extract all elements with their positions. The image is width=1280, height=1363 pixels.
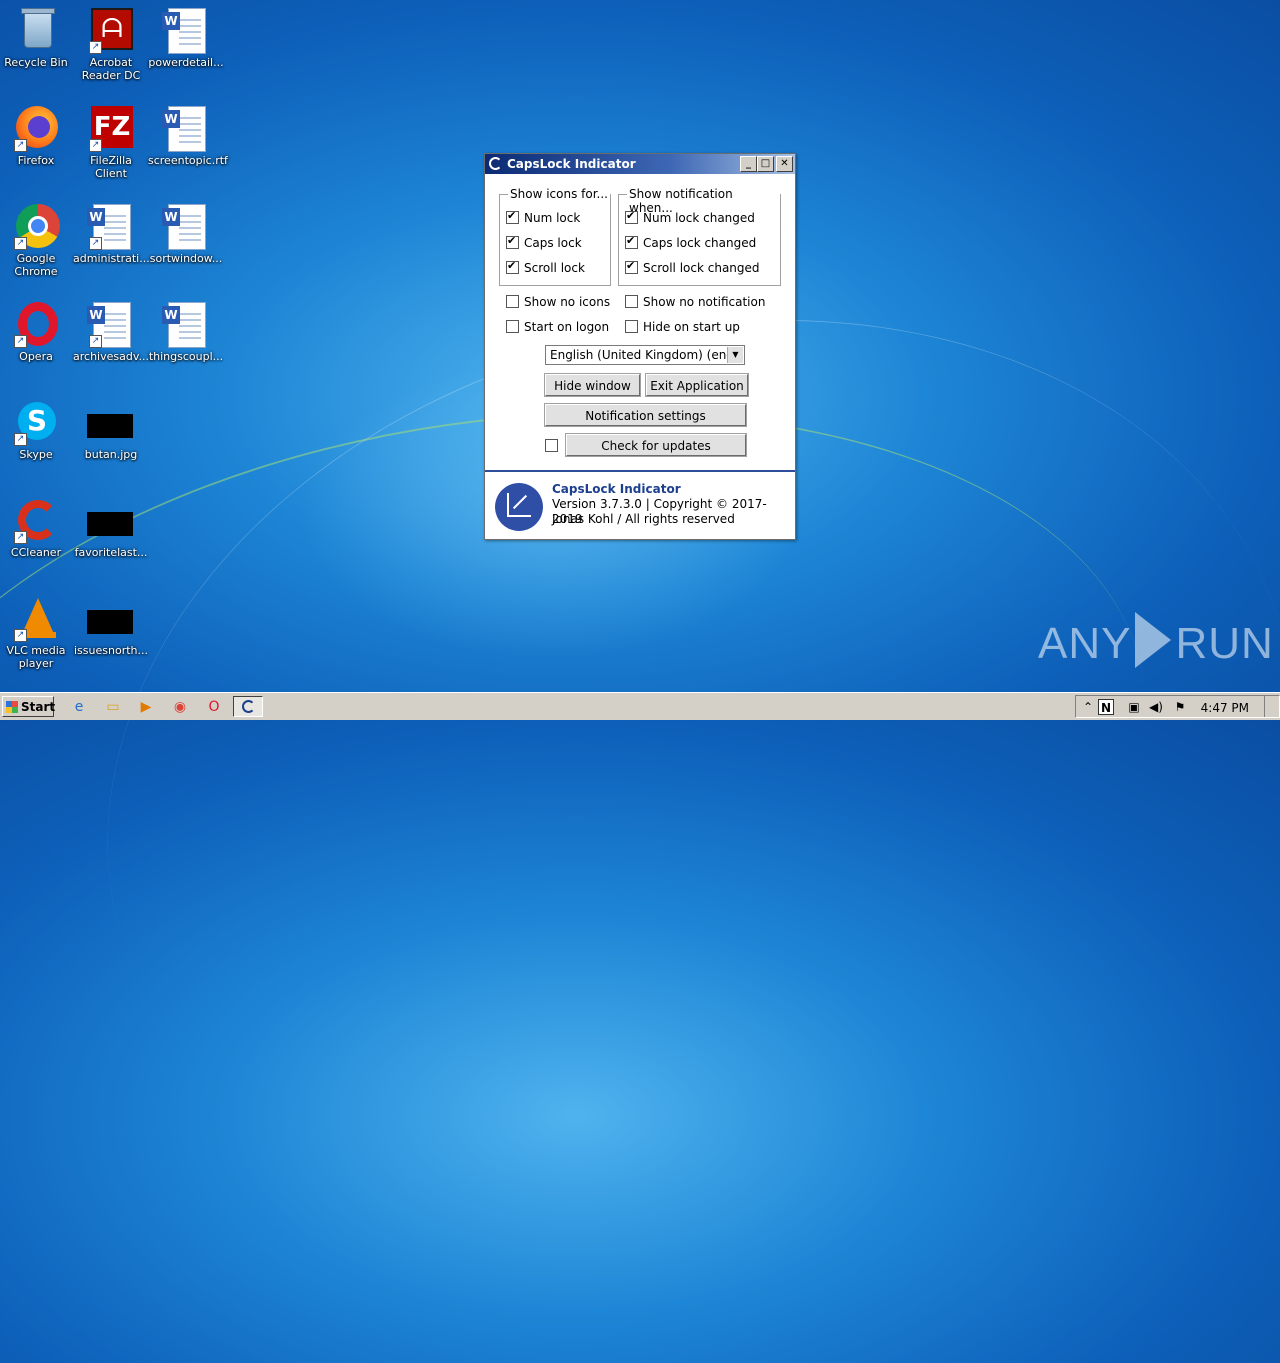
- checkbox-box[interactable]: [506, 295, 519, 308]
- hide-on-startup-checkbox[interactable]: Hide on start up: [625, 320, 740, 334]
- file-explorer-icon[interactable]: ▭: [104, 698, 122, 716]
- chrome-taskbar-icon[interactable]: ◉: [171, 698, 189, 716]
- footer-separator: [485, 470, 795, 472]
- word-document-icon: W: [162, 300, 210, 348]
- checkbox-box[interactable]: [625, 209, 638, 224]
- show-no-notification-checkbox[interactable]: Show no notification: [625, 295, 765, 309]
- checkbox-box[interactable]: [506, 234, 519, 249]
- volume-icon[interactable]: ◀): [1148, 699, 1164, 715]
- anyrun-watermark: ANY RUN: [1038, 612, 1274, 669]
- minimize-button[interactable]: _: [740, 156, 757, 172]
- num-lock-icon-checkbox[interactable]: Num lock: [506, 209, 580, 225]
- capslock-logo-icon: [495, 483, 543, 531]
- maximize-button[interactable]: □: [757, 156, 774, 172]
- checkbox-box[interactable]: [506, 209, 519, 224]
- num-lock-notify-checkbox[interactable]: Num lock changed: [625, 209, 755, 225]
- skype-icon: S ↗: [12, 398, 60, 446]
- play-icon: [1135, 612, 1172, 668]
- checkbox-box[interactable]: [506, 259, 519, 274]
- checkbox-box[interactable]: [506, 320, 519, 333]
- show-icons-group: Show icons for... Num lock Caps lock Scr…: [499, 187, 611, 286]
- desktop-icon-google-chrome[interactable]: ↗ Google Chrome: [0, 202, 74, 278]
- show-icons-legend: Show icons for...: [508, 187, 610, 201]
- notification-settings-button[interactable]: Notification settings: [544, 403, 747, 427]
- opera-taskbar-icon[interactable]: O: [205, 698, 223, 716]
- check-for-updates-button[interactable]: Check for updates: [565, 433, 747, 457]
- desktop-icon-administrati[interactable]: W ↗ administrati...: [73, 202, 150, 265]
- checkbox-box[interactable]: [625, 259, 638, 274]
- word-document-icon: W: [162, 202, 210, 250]
- clock[interactable]: 4:47 PM: [1201, 698, 1249, 718]
- image-thumbnail-icon: [87, 398, 135, 446]
- chevron-up-icon[interactable]: ⌃: [1080, 699, 1096, 715]
- ccleaner-icon: ↗: [12, 496, 60, 544]
- image-thumbnail-icon: [87, 496, 135, 544]
- chrome-icon: ↗: [12, 202, 60, 250]
- system-tray: ⌃ N ▣ ◀) ⚑ 4:47 PM: [1075, 695, 1280, 718]
- checkbox-box[interactable]: [545, 439, 558, 452]
- network-icon[interactable]: ▣: [1126, 699, 1142, 715]
- word-document-icon: W ↗: [87, 300, 135, 348]
- language-select-value: English (United Kingdom) (en-G: [550, 348, 741, 362]
- desktop-icon-archivesadv[interactable]: W ↗ archivesadv...: [73, 300, 149, 363]
- taskbar: Start e ▭ ▶ ◉ O ⌃ N ▣ ◀) ⚑ 4:47 PM: [0, 692, 1280, 720]
- checkbox-box[interactable]: [625, 234, 638, 249]
- window-title: CapsLock Indicator: [507, 157, 636, 171]
- capslock-indicator-window[interactable]: CapsLock Indicator _ □ ✕ Show icons for.…: [484, 153, 796, 540]
- internet-explorer-icon[interactable]: e: [70, 698, 88, 716]
- desktop-icon-firefox[interactable]: ↗ Firefox: [0, 104, 74, 167]
- word-document-icon: W: [162, 6, 210, 54]
- opera-icon: ↗: [12, 300, 60, 348]
- desktop-icon-screentopic[interactable]: W screentopic.rtf: [148, 104, 228, 167]
- capslock-app-icon: [242, 700, 255, 713]
- capslock-taskbar-item[interactable]: [233, 696, 263, 717]
- chevron-down-icon[interactable]: ▼: [727, 347, 743, 363]
- show-desktop-button[interactable]: [1264, 696, 1279, 717]
- about-author: Jonas Kohl / All rights reserved: [552, 512, 735, 526]
- checkbox-box[interactable]: [625, 320, 638, 333]
- recycle-bin-icon: [12, 6, 60, 54]
- filezilla-icon: FZ ↗: [87, 104, 135, 152]
- desktop-icon-acrobat[interactable]: ᗩ ↗ Acrobat Reader DC: [73, 6, 149, 82]
- exit-application-button[interactable]: Exit Application: [645, 373, 749, 397]
- desktop-icon-skype[interactable]: S ↗ Skype: [0, 398, 74, 461]
- media-player-icon[interactable]: ▶: [137, 698, 155, 716]
- tray-n-icon[interactable]: N: [1098, 699, 1114, 715]
- capslock-app-icon: [489, 157, 502, 170]
- windows-flag-icon: [6, 701, 18, 713]
- checkbox-box[interactable]: [625, 295, 638, 308]
- desktop-icon-butan[interactable]: butan.jpg: [73, 398, 149, 461]
- desktop-icon-filezilla[interactable]: FZ ↗ FileZilla Client: [73, 104, 149, 180]
- image-thumbnail-icon: [87, 594, 135, 642]
- hide-window-button[interactable]: Hide window: [544, 373, 641, 397]
- desktop-icon-issuesnorth[interactable]: issuesnorth...: [73, 594, 149, 657]
- caps-lock-icon-checkbox[interactable]: Caps lock: [506, 234, 582, 250]
- word-document-icon: W ↗: [87, 202, 135, 250]
- desktop-icon-recycle-bin[interactable]: Recycle Bin: [0, 6, 74, 69]
- show-no-icons-checkbox[interactable]: Show no icons: [506, 295, 610, 309]
- start-button[interactable]: Start: [2, 696, 55, 717]
- desktop-icon-favoritelast[interactable]: favoritelast...: [73, 496, 149, 559]
- scroll-lock-icon-checkbox[interactable]: Scroll lock: [506, 259, 585, 275]
- flag-icon[interactable]: ⚑: [1172, 699, 1188, 715]
- about-app-name: CapsLock Indicator: [552, 482, 681, 496]
- close-button[interactable]: ✕: [776, 156, 793, 172]
- desktop-icon-ccleaner[interactable]: ↗ CCleaner: [0, 496, 74, 559]
- language-select[interactable]: English (United Kingdom) (en-G ▼: [545, 345, 745, 365]
- auto-update-checkbox[interactable]: [545, 439, 563, 453]
- firefox-icon: ↗: [12, 104, 60, 152]
- desktop-icon-powerdetail[interactable]: W powerdetail...: [148, 6, 224, 69]
- show-notification-group: Show notification when... Num lock chang…: [618, 187, 781, 286]
- acrobat-icon: ᗩ ↗: [87, 6, 135, 54]
- desktop-icon-vlc[interactable]: ↗ VLC media player: [0, 594, 74, 670]
- window-titlebar[interactable]: CapsLock Indicator _ □ ✕: [485, 154, 795, 174]
- scroll-lock-notify-checkbox[interactable]: Scroll lock changed: [625, 259, 760, 275]
- caps-lock-notify-checkbox[interactable]: Caps lock changed: [625, 234, 756, 250]
- desktop-icon-thingscoupl[interactable]: W thingscoupl...: [148, 300, 224, 363]
- vlc-icon: ↗: [12, 594, 60, 642]
- start-on-logon-checkbox[interactable]: Start on logon: [506, 320, 609, 334]
- desktop-icon-sortwindow[interactable]: W sortwindow...: [148, 202, 224, 265]
- desktop-icon-opera[interactable]: ↗ Opera: [0, 300, 74, 363]
- word-document-icon: W: [162, 104, 210, 152]
